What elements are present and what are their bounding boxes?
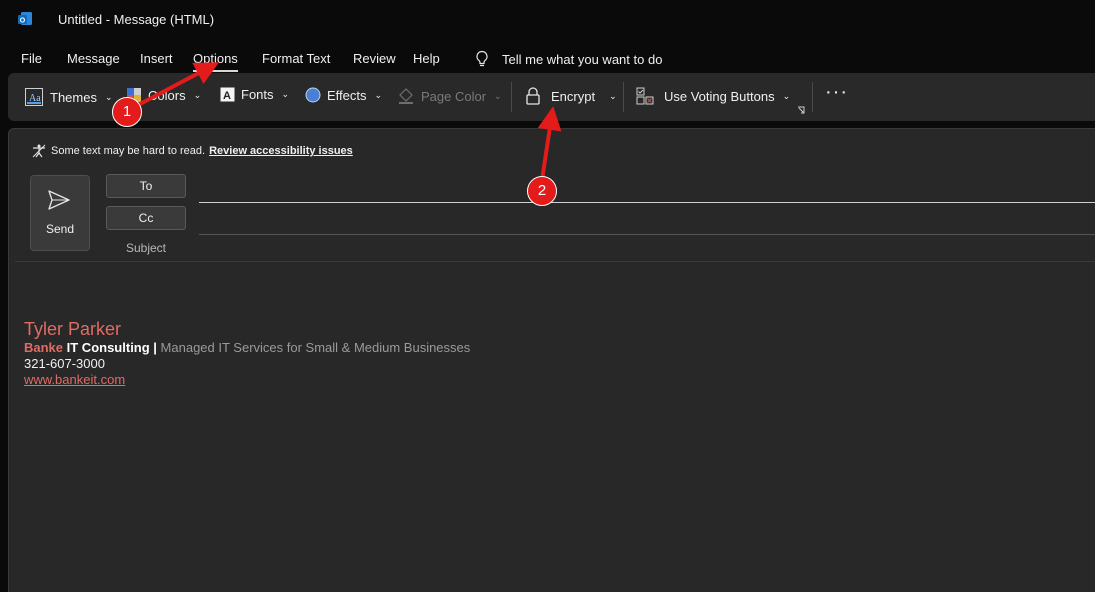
chevron-down-icon: ⌄ <box>782 90 791 101</box>
chevron-down-icon: ⌄ <box>104 91 113 102</box>
to-button[interactable]: To <box>106 174 186 198</box>
chevron-down-icon: ⌄ <box>193 89 202 100</box>
paint-bucket-icon <box>399 88 413 104</box>
signature-company-line: Banke IT Consulting | Managed IT Service… <box>24 340 470 356</box>
effects-label: Effects <box>327 87 367 103</box>
subject-label: Subject <box>125 241 167 255</box>
accessibility-icon <box>32 144 46 158</box>
chevron-down-icon: ⌄ <box>281 89 290 99</box>
encrypt-label: Encrypt <box>551 88 596 104</box>
voting-icon <box>636 87 654 105</box>
tab-message[interactable]: Message <box>67 51 120 66</box>
tell-me-label: Tell me what you want to do <box>502 51 663 67</box>
tab-file[interactable]: File <box>21 51 42 66</box>
signature-company-name: IT Consulting | <box>63 340 157 355</box>
to-field[interactable] <box>199 202 1095 203</box>
signature-tagline: Managed IT Services for Small & Medium B… <box>156 340 471 355</box>
step-badge-1: 1 <box>112 97 142 127</box>
signature-name: Tyler Parker <box>24 319 122 339</box>
encrypt-button[interactable]: Encrypt ⌄ <box>525 87 617 105</box>
lightbulb-icon <box>476 50 488 67</box>
chevron-down-icon: ⌄ <box>374 89 383 100</box>
send-button[interactable]: Send <box>30 175 90 251</box>
cc-button[interactable]: Cc <box>106 206 186 230</box>
signature-phone: 321-607-3000 <box>24 356 105 371</box>
window-title: Untitled - Message (HTML) <box>58 12 215 27</box>
dialog-launcher-icon[interactable] <box>797 106 806 115</box>
fonts-icon: A <box>220 87 235 102</box>
page-color-label: Page Color <box>421 88 487 104</box>
tab-help[interactable]: Help <box>413 51 440 66</box>
more-options-icon[interactable]: ··· <box>825 81 848 104</box>
voting-label: Use Voting Buttons <box>664 88 775 104</box>
signature-website-link[interactable]: www.bankeit.com <box>24 372 470 388</box>
svg-text:O: O <box>20 18 26 25</box>
tell-me-search[interactable]: Tell me what you want to do <box>474 50 662 68</box>
signature-company-brand: Banke <box>24 340 64 355</box>
effects-button[interactable]: Effects ⌄ <box>305 87 382 103</box>
send-label: Send <box>45 222 75 236</box>
chevron-down-icon: ⌄ <box>609 90 617 101</box>
ribbon-divider <box>511 82 512 112</box>
themes-button[interactable]: Aa Themes ⌄ <box>24 87 113 107</box>
svg-text:A: A <box>223 90 231 102</box>
send-icon <box>48 190 70 210</box>
voting-buttons-button[interactable]: Use Voting Buttons ⌄ <box>636 87 790 105</box>
ribbon-divider <box>812 82 813 112</box>
fonts-label: Fonts <box>241 87 274 102</box>
tab-insert[interactable]: Insert <box>140 51 173 66</box>
menu-bar: File Message Insert Options Format Text … <box>0 46 1095 72</box>
cc-field[interactable] <box>199 234 1095 235</box>
accessibility-message: Some text may be hard to read. <box>51 145 206 157</box>
tab-options[interactable]: Options <box>193 51 238 72</box>
effects-icon <box>305 87 321 103</box>
lock-icon <box>526 87 540 105</box>
themes-label: Themes <box>50 89 97 105</box>
ribbon-divider <box>623 82 624 112</box>
title-bar: O Untitled - Message (HTML) <box>0 0 1095 38</box>
review-accessibility-link[interactable]: Review accessibility issues <box>209 145 353 157</box>
tab-review[interactable]: Review <box>353 51 396 66</box>
chevron-down-icon: ⌄ <box>494 90 502 101</box>
outlook-logo-icon: O <box>18 12 32 25</box>
colors-label: Colors <box>148 87 186 103</box>
header-divider <box>15 261 1095 262</box>
email-signature: Tyler Parker Banke IT Consulting | Manag… <box>24 318 470 388</box>
fonts-button[interactable]: A Fonts ⌄ <box>220 87 289 102</box>
accessibility-bar: Some text may be hard to read. Review ac… <box>32 144 353 158</box>
themes-icon: Aa <box>25 88 43 106</box>
ribbon-options: Aa Themes ⌄ Colors ⌄ A Fonts ⌄ Effects ⌄ Pag… <box>8 73 1095 121</box>
page-color-button[interactable]: Page Color ⌄ <box>397 87 502 105</box>
tab-format-text[interactable]: Format Text <box>262 51 330 66</box>
step-badge-2: 2 <box>527 176 557 206</box>
